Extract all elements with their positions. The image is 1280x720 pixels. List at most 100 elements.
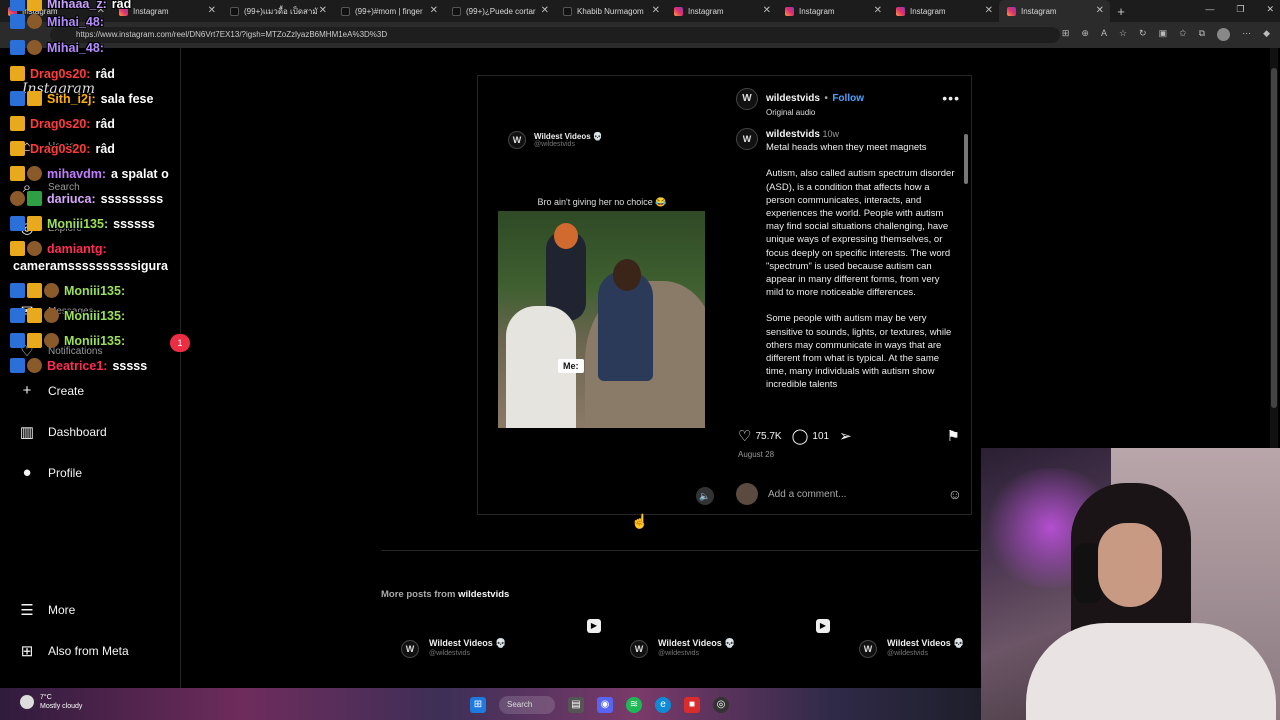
share-icon[interactable]: ➢	[839, 427, 852, 445]
close-tab-icon[interactable]: ✕	[985, 5, 993, 16]
window-controls: — ❐ ✕	[1205, 4, 1274, 15]
copilot-icon[interactable]: ◆	[1263, 28, 1270, 41]
obs-icon[interactable]: ◎	[713, 697, 729, 713]
favorite-icon[interactable]: ☆	[1119, 28, 1127, 41]
close-tab-icon[interactable]: ✕	[430, 5, 438, 16]
browser-tab[interactable]: (99+)#mom | finger ✕	[333, 0, 444, 22]
new-tab-button[interactable]: +	[1110, 4, 1132, 19]
minimize-icon[interactable]: —	[1205, 4, 1214, 15]
sidebar-item-create[interactable]: + Create	[18, 382, 84, 399]
sidebar-item-messages[interactable]: ✉ Messages	[18, 302, 94, 320]
caption-username[interactable]: wildestvids	[766, 129, 820, 140]
section-divider	[381, 550, 979, 551]
taskbar-search[interactable]: Search	[499, 696, 555, 714]
home-icon: ⌂	[22, 138, 32, 155]
caption-scrollbar[interactable]	[963, 124, 969, 416]
settings-menu-icon[interactable]: ⋯	[1242, 28, 1251, 41]
like-icon[interactable]: ♡	[738, 427, 751, 445]
favorites-icon[interactable]: ✩	[1179, 28, 1187, 41]
tab-label: Instagram	[22, 6, 58, 16]
read-aloud-icon[interactable]: A	[1101, 28, 1107, 41]
instagram-icon	[119, 6, 128, 16]
media-page-header: W Wildest Videos 💀 @wildestvids	[508, 131, 603, 149]
browser-tab[interactable]: Instagram ✕	[111, 0, 222, 22]
browser-tab[interactable]: (99+)แมวดื้อ เป็ดสามั ✕	[222, 0, 333, 22]
address-bar[interactable]: https://www.instagram.com/reel/DN6Vrt7EX…	[50, 27, 1060, 43]
video-frame[interactable]: Me:	[498, 211, 705, 428]
instagram-logo[interactable]: Instagram	[22, 81, 95, 97]
close-tab-icon[interactable]: ✕	[208, 5, 216, 16]
restore-icon[interactable]: ❐	[1236, 4, 1244, 15]
account-name[interactable]: wildestvids	[766, 93, 820, 104]
save-icon[interactable]: ⚑	[947, 427, 960, 445]
more-options-icon[interactable]: •••	[942, 90, 960, 106]
emoji-icon[interactable]: ☺	[948, 486, 962, 502]
comment-icon[interactable]: ◯	[792, 427, 809, 445]
profile-avatar[interactable]	[1217, 28, 1231, 41]
tiktok-icon	[452, 6, 461, 16]
more-posts-heading: More posts from wildestvids	[381, 589, 509, 600]
comment-input[interactable]: Add a comment...	[768, 489, 938, 500]
caption-avatar[interactable]: W	[736, 128, 758, 150]
close-tab-icon[interactable]: ✕	[1096, 5, 1104, 16]
toolbar-icons: ⊞ ⊕ A ☆ ↻ ▣ ✩ ⧉ ⋯ ◆	[1062, 28, 1270, 41]
sidebar-item-more[interactable]: ☰ More	[18, 601, 75, 619]
reel-post: W Wildest Videos 💀 @wildestvids Bro ain'…	[477, 75, 972, 515]
zoom-icon[interactable]: ⊕	[1081, 28, 1089, 41]
more-post-card[interactable]: W Wildest Videos 💀 @wildestvids ▶	[610, 615, 830, 687]
browser-tab[interactable]: Instagram ✕	[999, 0, 1110, 22]
sidebar-item-profile[interactable]: ● Profile	[18, 464, 82, 481]
reel-media[interactable]: W Wildest Videos 💀 @wildestvids Bro ain'…	[478, 76, 726, 514]
file-explorer-icon[interactable]: ▤	[568, 697, 584, 713]
original-audio-link[interactable]: Original audio	[766, 108, 864, 117]
sidebar-item-also-from-meta[interactable]: ⊞ Also from Meta	[18, 642, 129, 660]
sidebar-item-explore[interactable]: ◎ Explore	[18, 219, 81, 237]
close-window-icon[interactable]: ✕	[1266, 4, 1274, 15]
tab-label: Instagram	[799, 6, 835, 16]
browser-tab[interactable]: Khabib Nurmagom ✕	[555, 0, 666, 22]
app-icon[interactable]: ■	[684, 697, 700, 713]
messages-icon: ✉	[20, 303, 34, 320]
more-post-card[interactable]: W Wildest Videos 💀 @wildestvids ▶	[381, 615, 601, 687]
caption-scroll-thumb[interactable]	[964, 134, 968, 184]
weather-widget[interactable]: 7°C Mostly cloudy	[20, 693, 82, 711]
sidebar-item-search[interactable]: ⌕ Search	[18, 179, 80, 196]
explore-icon: ◎	[20, 220, 34, 237]
close-tab-icon[interactable]: ✕	[319, 5, 327, 16]
sidebar-item-home[interactable]: ⌂ Home	[18, 138, 74, 155]
page-scroll-thumb[interactable]	[1271, 68, 1277, 408]
edge-icon[interactable]: e	[655, 697, 671, 713]
start-icon[interactable]: ⊞	[470, 697, 486, 713]
extensions-icon[interactable]: ⊞	[1062, 28, 1070, 41]
media-page-handle: @wildestvids	[534, 141, 575, 148]
streamer-webcam	[981, 448, 1280, 720]
close-tab-icon[interactable]: ✕	[541, 5, 549, 16]
tab-label: Instagram	[688, 6, 724, 16]
collections-icon[interactable]: ⧉	[1199, 28, 1205, 41]
sidebar-item-notifications[interactable]: ♡ Notifications	[18, 342, 102, 360]
instagram-icon	[1007, 6, 1016, 16]
card-handle: @wildestvids	[658, 650, 699, 657]
browser-tab[interactable]: Instagram ✕	[777, 0, 888, 22]
browser-tab[interactable]: Instagram ✕	[666, 0, 777, 22]
reel-icon: ▶	[587, 619, 601, 633]
close-tab-icon[interactable]: ✕	[874, 5, 882, 16]
close-tab-icon[interactable]: ✕	[652, 5, 660, 16]
account-avatar[interactable]: W	[736, 88, 758, 110]
refresh-icon[interactable]: ↻	[1139, 28, 1147, 41]
follow-button[interactable]: Follow	[832, 93, 864, 104]
volume-icon[interactable]: 🔈	[696, 487, 714, 505]
browser-tab[interactable]: Instagram ✕	[0, 0, 111, 22]
sidebar-item-dashboard[interactable]: ▥ Dashboard	[18, 423, 107, 441]
close-tab-icon[interactable]: ✕	[763, 5, 771, 16]
more-post-card[interactable]: W Wildest Videos 💀 @wildestvids	[839, 615, 974, 687]
browser-tab[interactable]: Instagram ✕	[888, 0, 999, 22]
more-posts-account[interactable]: wildestvids	[458, 589, 509, 600]
close-tab-icon[interactable]: ✕	[97, 5, 105, 16]
discord-icon[interactable]: ◉	[597, 697, 613, 713]
spotify-icon[interactable]: ≋	[626, 697, 642, 713]
browser-tab[interactable]: (99+)¿Puede cortar ✕	[444, 0, 555, 22]
tab-label: (99+)¿Puede cortar	[466, 6, 536, 16]
like-count: 75.7K	[755, 430, 782, 442]
split-screen-icon[interactable]: ▣	[1159, 28, 1168, 41]
